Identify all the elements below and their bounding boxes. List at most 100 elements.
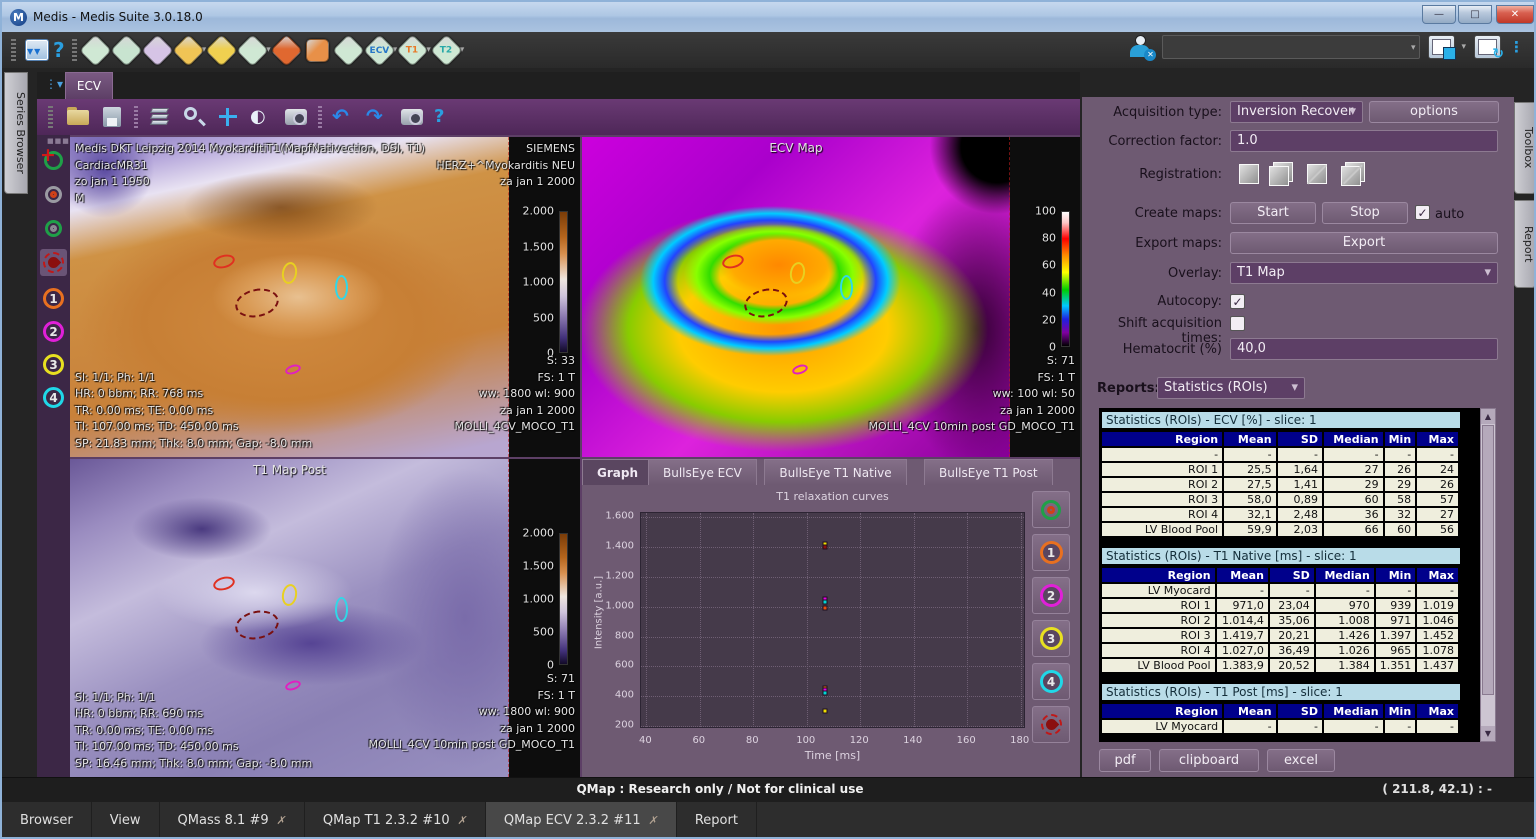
roi4-contour[interactable] (335, 597, 348, 622)
open-study-icon[interactable] (66, 106, 90, 128)
qmass-yellow-icon[interactable] (205, 34, 238, 67)
graph-tab-bullseye-t1-native[interactable]: BullsEye T1 Native (764, 459, 906, 485)
draw-contour-icon[interactable]: + (40, 147, 67, 174)
registration-none-icon[interactable] (1237, 162, 1261, 186)
patient-review-icon[interactable] (110, 34, 143, 67)
roi3-contour[interactable] (280, 261, 299, 285)
toolbar-overflow-icon[interactable]: ⋮ (1509, 38, 1524, 56)
roi1-contour[interactable] (212, 252, 237, 270)
roi1-icon[interactable]: 1 (40, 285, 67, 312)
roi4-button[interactable]: 4 (1032, 663, 1070, 700)
t2-app-icon[interactable]: T2 (430, 34, 463, 67)
roi4-contour[interactable] (840, 275, 853, 300)
lv-contour-button[interactable] (1032, 491, 1070, 528)
roi4-icon[interactable]: 4 (40, 384, 67, 411)
qangio-heart-icon[interactable] (236, 34, 269, 67)
options-button[interactable]: options (1369, 101, 1499, 123)
reset-layout-icon[interactable]: ↻ (1474, 35, 1501, 59)
session-combobox[interactable]: ▾ (1162, 35, 1420, 59)
bottom-tab-browser[interactable]: Browser (2, 802, 92, 839)
save-layout-caret[interactable]: ▾ (1461, 42, 1466, 52)
ecv-workspace-tab[interactable]: ECV (65, 72, 113, 99)
roi3-contour[interactable] (280, 583, 299, 607)
save-layout-icon[interactable] (1428, 35, 1455, 59)
tab-row-handle-icon[interactable]: ⋮▾ (45, 77, 63, 91)
scroll-up-icon[interactable]: ▲ (1481, 409, 1495, 424)
export-button[interactable]: Export (1230, 232, 1498, 254)
blood-pool-contour[interactable] (233, 285, 282, 322)
viewport-ecv-map[interactable]: ECV Map 100806040200 S: 71FS: 1 Tww: 100… (582, 137, 1080, 457)
zoom-icon[interactable] (182, 106, 206, 128)
clipboard-button[interactable]: clipboard (1159, 749, 1259, 772)
pan-icon[interactable] (216, 106, 240, 128)
viewport-t1-native[interactable]: Medis DKT Leipzig 2014 MyokarditiT1(Mapf… (70, 137, 580, 457)
roi3-icon[interactable]: 3 (40, 351, 67, 378)
epi-contour-icon[interactable] (40, 215, 67, 242)
graph-tab-bullseye-ecv[interactable]: BullsEye ECV (648, 459, 757, 485)
roi2-button[interactable]: 2 (1032, 577, 1070, 614)
toolbar-grip[interactable] (11, 39, 16, 61)
graph-tab-bullseye-t1-post[interactable]: BullsEye T1 Post (924, 459, 1053, 485)
blood-pool-button[interactable] (1032, 706, 1070, 743)
undo-icon[interactable]: ↶ (332, 106, 356, 128)
bottom-tab-view[interactable]: View (92, 802, 160, 839)
viewport-t1-post[interactable]: T1 Map Post 2.0001.5001.0005000 S: 71FS:… (70, 459, 580, 777)
blood-pool-contour[interactable] (233, 607, 282, 644)
help-icon[interactable]: ? (53, 38, 65, 62)
series-browser-tab[interactable]: Series Browser (4, 72, 28, 194)
roi4-contour[interactable] (335, 275, 348, 300)
report-side-tab[interactable]: Report (1514, 200, 1536, 288)
graph-tab-graph[interactable]: Graph (582, 459, 653, 485)
acquisition-type-dropdown[interactable]: Inversion Recover (1230, 101, 1363, 123)
layout-grid-icon[interactable] (25, 39, 49, 61)
bottom-tab-qmap-ecv-2-3-2-11[interactable]: QMap ECV 2.3.2 #11✗ (486, 802, 677, 839)
export-snapshot-icon[interactable] (400, 106, 424, 128)
ecv-app-icon[interactable]: ECV (363, 34, 396, 67)
chart-plot-area[interactable] (640, 512, 1025, 728)
unpin-icon[interactable]: ✗ (275, 814, 287, 827)
auto-checkbox[interactable]: ✓ (1415, 205, 1430, 220)
series-layers-icon[interactable] (148, 106, 172, 128)
endo-contour-icon[interactable] (40, 181, 67, 208)
shift-times-checkbox[interactable] (1230, 316, 1245, 331)
roi1-contour[interactable] (721, 252, 746, 270)
overlay-dropdown[interactable]: T1 Map (1230, 262, 1498, 284)
pdf-button[interactable]: pdf (1099, 749, 1151, 772)
unpin-icon[interactable]: ✗ (647, 814, 659, 827)
excel-button[interactable]: excel (1267, 749, 1335, 772)
medication-icon[interactable] (172, 34, 205, 67)
roi2-contour[interactable] (791, 363, 809, 377)
correction-factor-input[interactable]: 1.0 (1230, 130, 1498, 152)
autocopy-checkbox[interactable]: ✓ (1230, 294, 1245, 309)
roi3-contour[interactable] (788, 261, 807, 285)
window-level-icon[interactable]: ◐ (250, 106, 274, 128)
minimize-button[interactable]: — (1422, 5, 1456, 24)
redo-icon[interactable]: ↷ (366, 106, 390, 128)
stop-button[interactable]: Stop (1322, 202, 1408, 224)
roi2-icon[interactable]: 2 (40, 318, 67, 345)
roi1-button[interactable]: 1 (1032, 534, 1070, 571)
patient-silhouette-icon[interactable] (332, 34, 365, 67)
reports-dropdown[interactable]: Statistics (ROIs) (1157, 377, 1305, 399)
viewer-help-icon[interactable]: ? (434, 106, 458, 128)
qmass-green-icon[interactable] (79, 34, 112, 67)
snapshot-icon[interactable] (284, 106, 308, 128)
view3d-icon[interactable] (306, 39, 329, 62)
bottom-tab-report[interactable]: Report (677, 802, 757, 839)
scrollbar-thumb[interactable] (1482, 425, 1494, 695)
title-bar[interactable]: M Medis - Medis Suite 3.0.18.0 (2, 2, 1534, 32)
qstrain-flame-icon[interactable] (270, 34, 303, 67)
roi3-button[interactable]: 3 (1032, 620, 1070, 657)
registration-stack-icon[interactable] (1269, 162, 1293, 186)
save-icon[interactable] (100, 106, 124, 128)
blood-pool-contour[interactable] (742, 285, 791, 322)
bottom-tab-qmass-8-1-9[interactable]: QMass 8.1 #9✗ (160, 802, 305, 839)
t1-app-icon[interactable]: T1 (396, 34, 429, 67)
unpin-icon[interactable]: ✗ (456, 814, 468, 827)
tables-scrollbar[interactable]: ▲ ▼ (1480, 408, 1496, 742)
blood-pool-roi-icon[interactable] (40, 249, 67, 276)
registration-stack-diagonal-icon[interactable] (1341, 162, 1365, 186)
bottom-tab-qmap-t1-2-3-2-10[interactable]: QMap T1 2.3.2 #10✗ (305, 802, 486, 839)
close-button[interactable]: ✕ (1496, 5, 1534, 24)
user-logout-icon[interactable]: ✕ (1128, 35, 1154, 59)
